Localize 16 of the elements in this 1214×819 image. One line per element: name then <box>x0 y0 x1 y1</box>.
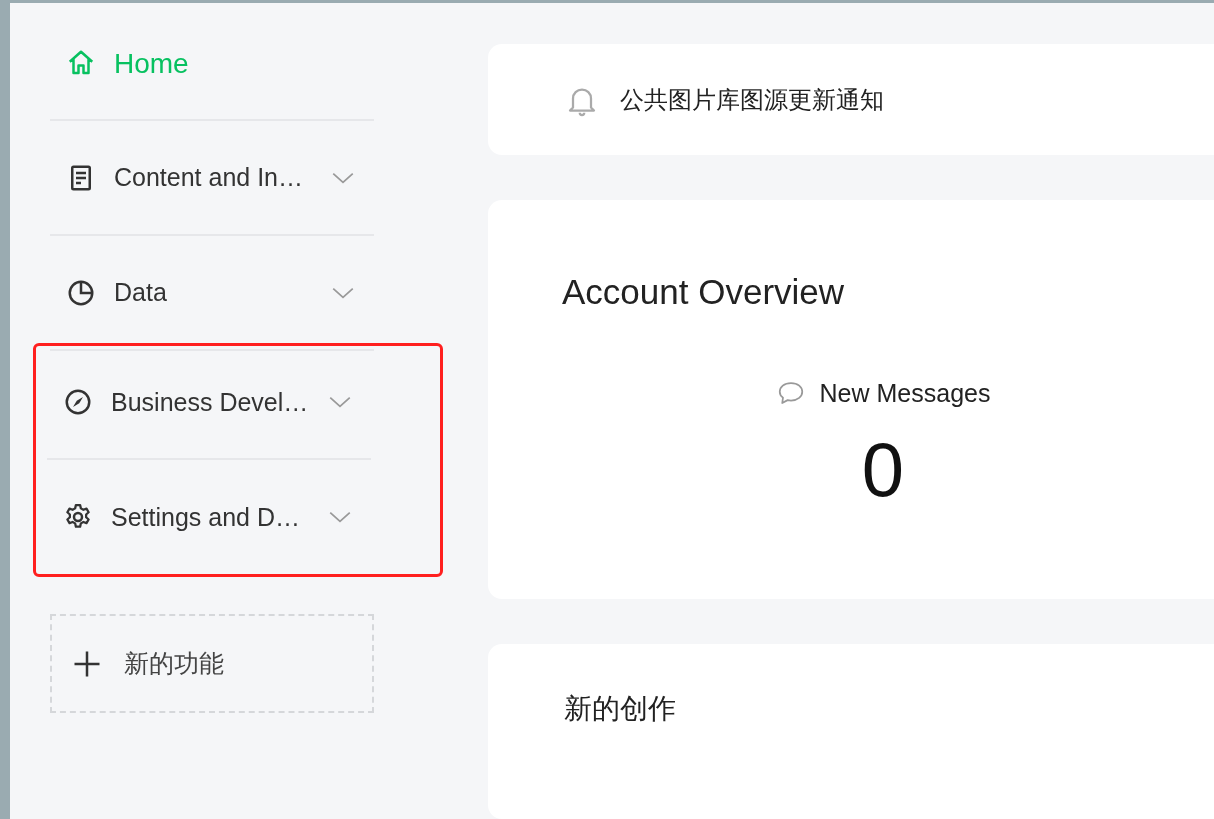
nav-label: Business Devel… <box>111 387 309 417</box>
nav-label: Settings and D… <box>111 502 300 532</box>
stat-label: New Messages <box>819 378 991 408</box>
stat-value: 0 <box>861 426 905 514</box>
nav-item[interactable]: Data <box>50 236 374 351</box>
nav-label: Home <box>114 48 189 80</box>
card-title: Account Overview <box>562 272 846 313</box>
nav-label: Content and In… <box>114 163 303 192</box>
nav-label: Data <box>114 278 167 307</box>
card-title: 新的创作 <box>564 691 677 728</box>
add-feature-button[interactable]: 新的功能 <box>50 614 374 713</box>
notice-link[interactable]: 公共图片库图源更新通知 <box>620 83 884 116</box>
compass-icon <box>63 387 93 417</box>
nav-item[interactable]: Business Devel… <box>47 346 371 460</box>
nav-item[interactable]: Settings and D… <box>47 460 371 574</box>
nav-item[interactable]: Content and In… <box>50 121 374 236</box>
